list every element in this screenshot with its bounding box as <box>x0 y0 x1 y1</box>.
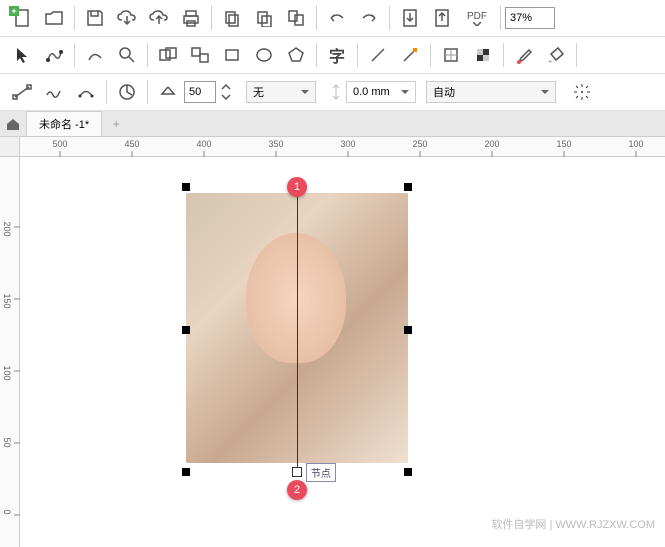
separator <box>316 6 317 30</box>
ruler-corner[interactable] <box>0 137 20 157</box>
shape-tool-button[interactable] <box>39 41 69 69</box>
document-tab-label: 未命名 -1* <box>39 119 89 131</box>
pick-tool-button[interactable] <box>7 41 37 69</box>
transparency-button[interactable] <box>468 41 498 69</box>
portrait-face <box>246 233 346 363</box>
home-tab-button[interactable] <box>0 111 26 137</box>
handle-top-left[interactable] <box>182 183 190 191</box>
handle-middle-right[interactable] <box>404 326 412 334</box>
separator <box>106 80 107 104</box>
separator <box>74 43 75 67</box>
rotation-input[interactable] <box>184 81 216 103</box>
snap-icon[interactable] <box>567 78 597 106</box>
node-indicator-icon[interactable] <box>292 467 302 477</box>
bucket-button[interactable] <box>541 41 571 69</box>
selected-object[interactable]: 1 节点 2 <box>186 187 408 472</box>
freehand-tool-button[interactable] <box>80 41 110 69</box>
pdf-button[interactable]: PDF <box>459 4 495 32</box>
prop-icon-3[interactable] <box>71 78 101 106</box>
print-button[interactable] <box>176 4 206 32</box>
separator <box>211 6 212 30</box>
copy-button[interactable] <box>217 4 247 32</box>
export-button[interactable] <box>427 4 457 32</box>
open-button[interactable] <box>39 4 69 32</box>
zoom-tool-button[interactable] <box>112 41 142 69</box>
cloud-download-button[interactable] <box>112 4 142 32</box>
property-bar: 无 0.0 mm 自动 <box>0 73 665 111</box>
separator <box>147 80 148 104</box>
wrap-dropdown[interactable]: 自动 <box>426 81 556 103</box>
rotation-icon <box>153 78 183 106</box>
import-button[interactable] <box>395 4 425 32</box>
handle-bottom-left[interactable] <box>182 468 190 476</box>
handle-bottom-right[interactable] <box>404 468 412 476</box>
separator <box>389 6 390 30</box>
prop-icon-1[interactable] <box>7 78 37 106</box>
vertical-ruler[interactable]: 200150100500 <box>0 157 20 547</box>
align-button[interactable] <box>436 41 466 69</box>
prop-icon-4[interactable] <box>112 78 142 106</box>
handle-top-right[interactable] <box>404 183 412 191</box>
tools-toolbar: 字 <box>0 37 665 73</box>
main-toolbar: + PDF <box>0 0 665 37</box>
new-document-button[interactable]: + <box>7 4 37 32</box>
plus-icon: + <box>9 6 19 16</box>
annotation-marker-2: 2 <box>287 480 307 500</box>
ungroup-button[interactable] <box>185 41 215 69</box>
paste-button[interactable] <box>249 4 279 32</box>
group-button[interactable] <box>153 41 183 69</box>
width-dropdown[interactable]: 0.0 mm <box>346 81 416 103</box>
save-button[interactable] <box>80 4 110 32</box>
separator <box>500 6 501 30</box>
line-style-dropdown[interactable]: 无 <box>246 81 316 103</box>
width-icon <box>327 78 345 106</box>
separator <box>503 43 504 67</box>
annotation-marker-1: 1 <box>287 177 307 197</box>
horizontal-ruler[interactable]: 500450400350300250200150100 <box>20 137 665 157</box>
undo-button[interactable] <box>322 4 352 32</box>
document-tab[interactable]: 未命名 -1* <box>26 111 102 136</box>
redo-button[interactable] <box>354 4 384 32</box>
wrap-value: 自动 <box>433 84 455 100</box>
separator <box>430 43 431 67</box>
separator <box>357 43 358 67</box>
stepper-icon[interactable] <box>217 78 235 106</box>
duplicate-button[interactable] <box>281 4 311 32</box>
line1-button[interactable] <box>363 41 393 69</box>
separator <box>316 43 317 67</box>
polygon-tool-button[interactable] <box>281 41 311 69</box>
vertical-guide-line[interactable] <box>297 187 298 472</box>
rectangle-tool-button[interactable] <box>217 41 247 69</box>
width-value: 0.0 mm <box>353 86 390 98</box>
node-tooltip: 节点 <box>306 463 336 482</box>
prop-icon-2[interactable] <box>39 78 69 106</box>
add-tab-button[interactable]: + <box>106 114 126 134</box>
watermark-text: 软件自学网 | WWW.RJZXW.COM <box>491 516 655 532</box>
separator <box>576 43 577 67</box>
line-style-value: 无 <box>253 84 264 100</box>
zoom-input[interactable] <box>505 7 555 29</box>
workspace: 500450400350300250200150100 200150100500… <box>0 137 665 547</box>
handle-middle-left[interactable] <box>182 326 190 334</box>
ellipse-tool-button[interactable] <box>249 41 279 69</box>
text-tool-button[interactable]: 字 <box>322 41 352 69</box>
eyedropper-button[interactable] <box>509 41 539 69</box>
pdf-label: PDF <box>467 11 487 22</box>
line2-button[interactable] <box>395 41 425 69</box>
tab-bar: 未命名 -1* + <box>0 111 665 137</box>
canvas[interactable]: 1 节点 2 <box>20 157 665 547</box>
separator <box>147 43 148 67</box>
cloud-upload-button[interactable] <box>144 4 174 32</box>
separator <box>74 6 75 30</box>
